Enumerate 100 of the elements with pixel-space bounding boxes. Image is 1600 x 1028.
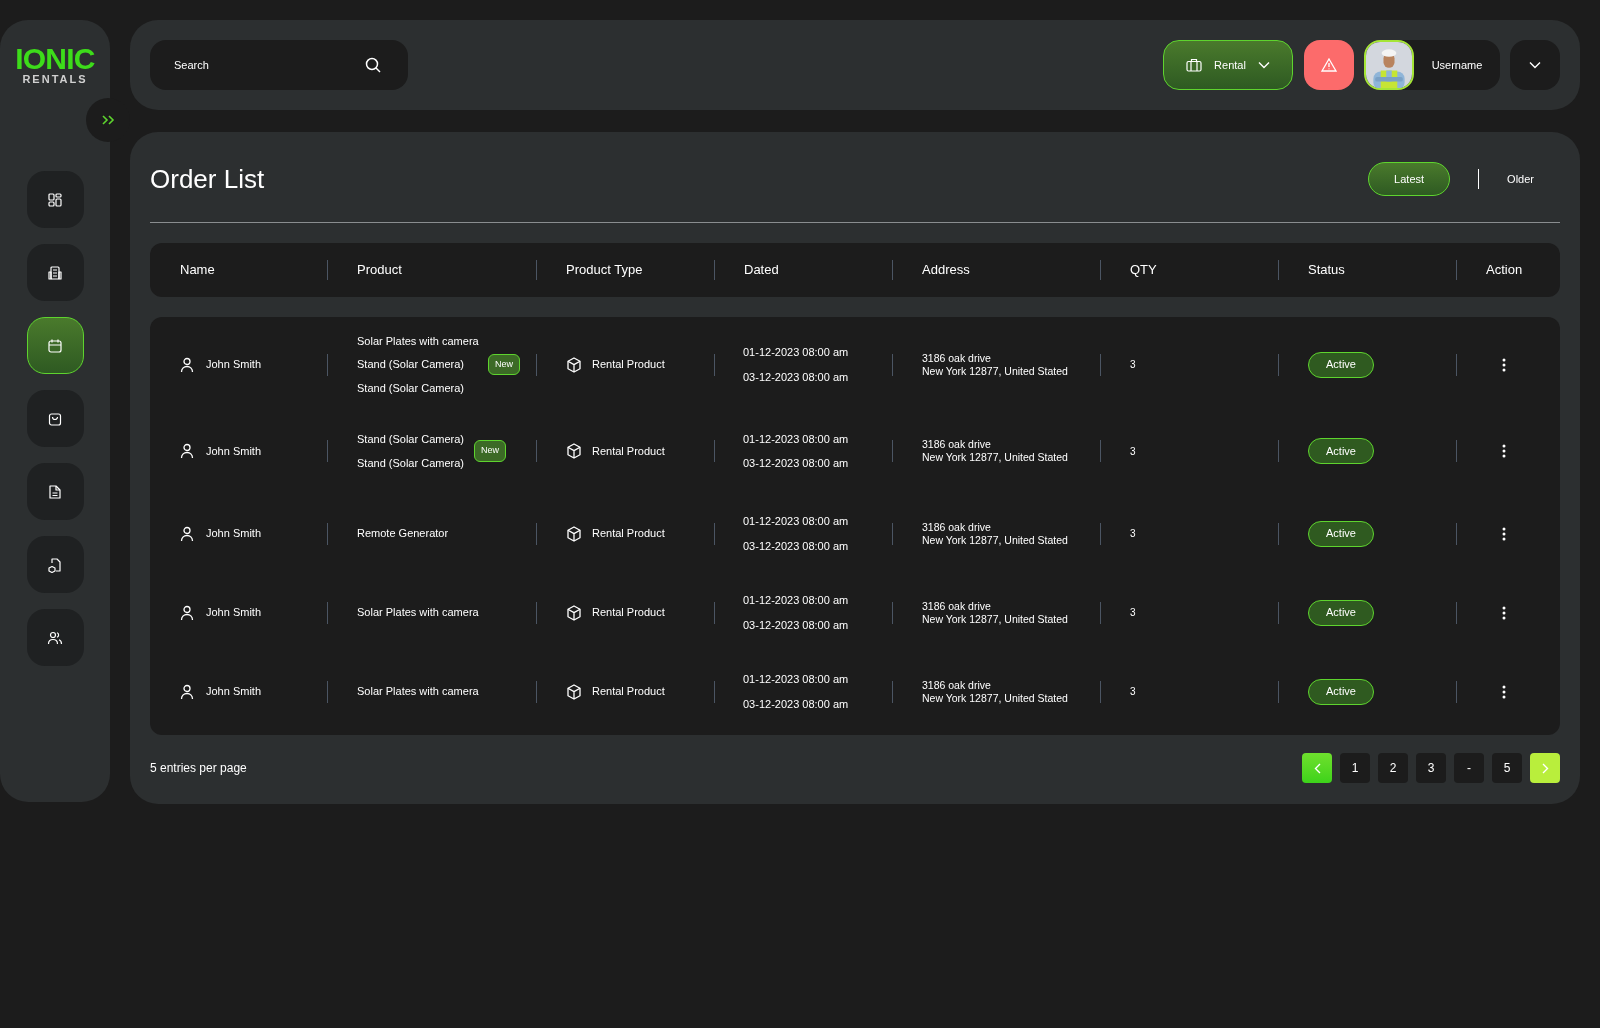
- order-date: 01-12-2023 08:00 am: [743, 593, 849, 608]
- chevron-down-icon: [1529, 61, 1541, 69]
- alert-button[interactable]: [1304, 40, 1354, 90]
- nav-item[interactable]: [26, 536, 84, 593]
- column-header: Name: [180, 261, 215, 280]
- chevron-down-icon: [1257, 61, 1270, 69]
- quantity: 3: [1130, 358, 1136, 372]
- address-line: New York 12877, United Stated: [922, 612, 1068, 626]
- order-date: 01-12-2023 08:00 am: [743, 514, 849, 529]
- person-icon: [180, 443, 194, 459]
- address-line: New York 12877, United Stated: [922, 533, 1068, 547]
- quantity: 3: [1130, 685, 1136, 699]
- chevron-right-icon: [1541, 762, 1549, 774]
- logo: IONIC RENTALS: [15, 44, 95, 85]
- customer-name: John Smith: [206, 684, 262, 700]
- double-chevron-icon: [101, 114, 115, 126]
- cube-icon: [566, 683, 582, 700]
- more-options-icon[interactable]: [1502, 684, 1506, 699]
- grid-icon: [47, 191, 63, 208]
- cube-icon: [566, 604, 582, 621]
- status-badge: Active: [1308, 599, 1374, 626]
- address-line: 3186 oak drive: [922, 520, 992, 534]
- order-date: 03-12-2023 08:00 am: [743, 696, 849, 712]
- address-line: 3186 oak drive: [922, 351, 992, 365]
- more-options-icon[interactable]: [1502, 444, 1506, 458]
- product-name: Stand (Solar Camera): [357, 380, 465, 396]
- product-name: Solar Plates with camera: [357, 684, 479, 700]
- order-date: 01-12-2023 08:00 am: [743, 672, 849, 687]
- order-date: 03-12-2023 08:00 am: [743, 369, 849, 385]
- cube-icon: [566, 443, 582, 459]
- address-line: 3186 oak drive: [922, 678, 992, 692]
- customer-name: John Smith: [206, 443, 262, 459]
- cube-icon: [566, 356, 582, 373]
- more-options-icon[interactable]: [1502, 526, 1506, 541]
- order-date: 03-12-2023 08:00 am: [743, 617, 849, 633]
- order-date: 01-12-2023 08:00 am: [743, 431, 849, 447]
- customer-name: John Smith: [206, 526, 262, 542]
- product-type: Rental Product: [592, 526, 665, 542]
- address-line: New York 12877, United Stated: [922, 691, 1068, 705]
- mode-dropdown[interactable]: Rental: [1163, 40, 1293, 90]
- product-type: Rental Product: [592, 443, 665, 459]
- status-badge: Active: [1308, 520, 1374, 547]
- quantity: 3: [1130, 527, 1136, 541]
- new-badge: New: [488, 353, 520, 376]
- product-name: Stand (Solar Camera): [357, 357, 465, 373]
- product-name: Stand (Solar Camera): [357, 455, 464, 471]
- column-header: Product Type: [566, 261, 643, 280]
- briefcase-icon: [1186, 58, 1203, 72]
- person-icon: [180, 356, 194, 373]
- order-date: 01-12-2023 08:00 am: [743, 345, 849, 360]
- person-icon: [180, 525, 194, 542]
- product-name: Remote Generator: [357, 526, 449, 542]
- chevron-left-icon: [1313, 762, 1321, 774]
- users-icon: [47, 629, 63, 646]
- nav-item[interactable]: [26, 463, 84, 520]
- column-header: Dated: [744, 261, 779, 280]
- product-name: Solar Plates with camera: [357, 333, 479, 349]
- filter-tab[interactable]: Older: [1507, 170, 1534, 188]
- person-icon: [180, 683, 194, 700]
- file-cube-icon: [47, 556, 63, 573]
- status-badge: Active: [1308, 678, 1374, 705]
- product-type: Rental Product: [592, 684, 665, 700]
- page-button[interactable]: 1: [1340, 753, 1370, 783]
- address-line: New York 12877, United Stated: [922, 364, 1068, 378]
- username: Username: [1430, 57, 1484, 73]
- search-field[interactable]: Search: [150, 40, 408, 90]
- customer-name: John Smith: [206, 357, 262, 373]
- page-button[interactable]: -: [1454, 753, 1484, 783]
- more-options-icon[interactable]: [1502, 357, 1506, 372]
- document-icon: [47, 483, 63, 500]
- calendar-icon: [47, 337, 63, 354]
- user-menu[interactable]: Username: [1364, 40, 1500, 90]
- logo-wordmark: IONIC: [15, 44, 95, 74]
- order-date: 03-12-2023 08:00 am: [743, 538, 849, 554]
- page-button[interactable]: 2: [1378, 753, 1408, 783]
- person-icon: [180, 604, 194, 621]
- nav-item[interactable]: [26, 244, 84, 301]
- product-type: Rental Product: [592, 605, 665, 621]
- column-header: QTY: [1130, 261, 1157, 280]
- page-button[interactable]: 5: [1492, 753, 1522, 783]
- status-badge: Active: [1308, 351, 1374, 378]
- nav-item[interactable]: [26, 317, 84, 374]
- column-header: Status: [1308, 261, 1345, 280]
- page-button[interactable]: 3: [1416, 753, 1446, 783]
- more-options-icon[interactable]: [1502, 605, 1506, 620]
- address-line: 3186 oak drive: [922, 438, 992, 451]
- nav-item[interactable]: [26, 390, 84, 447]
- search-icon: [365, 57, 381, 73]
- cube-icon: [566, 525, 582, 542]
- status-badge: Active: [1308, 438, 1374, 464]
- page-title: Order List: [150, 162, 265, 196]
- quantity: 3: [1130, 444, 1136, 459]
- shopping-bag-icon: [47, 410, 63, 427]
- warning-icon: [1321, 58, 1337, 72]
- filter-tab[interactable]: Latest: [1368, 162, 1451, 196]
- order-date: 03-12-2023 08:00 am: [743, 456, 849, 471]
- quantity: 3: [1130, 606, 1136, 620]
- address-line: New York 12877, United Stated: [922, 451, 1068, 464]
- nav-item[interactable]: [26, 171, 84, 228]
- new-badge: New: [474, 440, 506, 462]
